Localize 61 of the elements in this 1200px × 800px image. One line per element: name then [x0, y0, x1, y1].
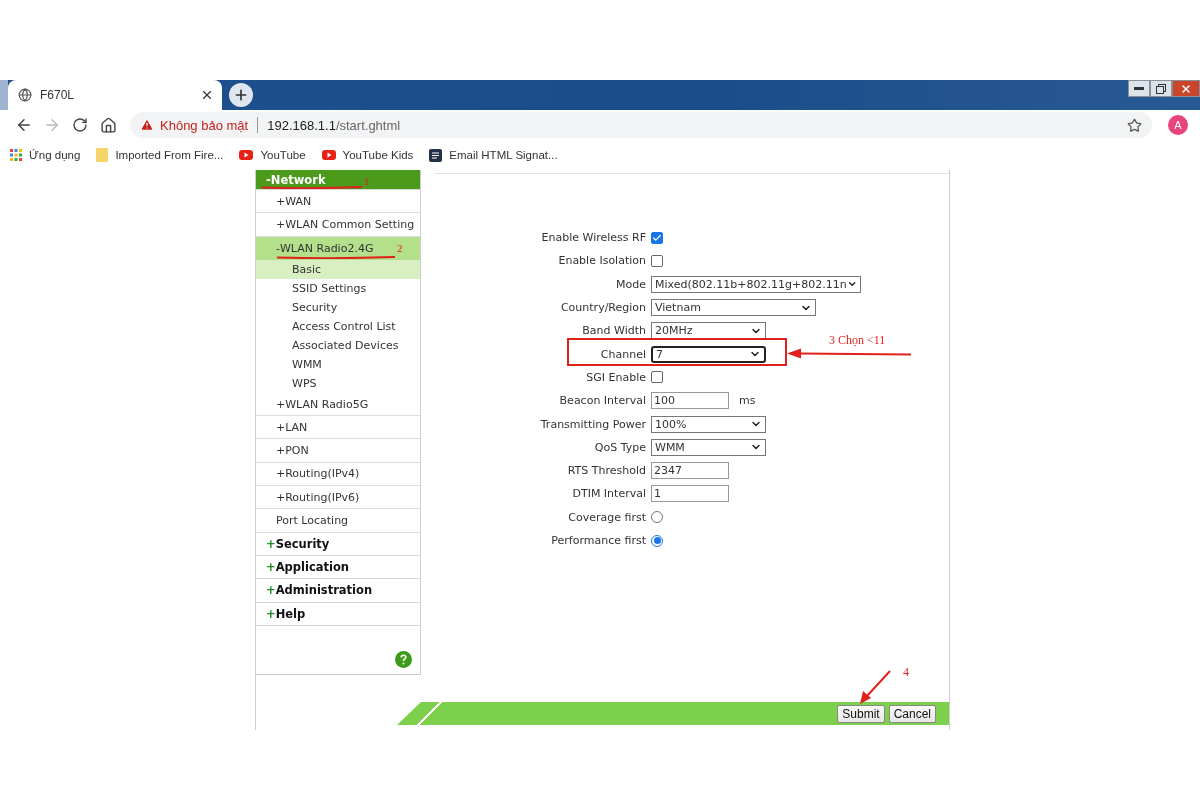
- checkbox[interactable]: [651, 371, 663, 384]
- text-field[interactable]: 100: [651, 392, 729, 410]
- select-field[interactable]: 7: [651, 345, 766, 363]
- bookmark-link[interactable]: YouTube Kids: [342, 149, 414, 161]
- form-button[interactable]: Cancel: [888, 704, 936, 723]
- field-label: Coverage first: [568, 510, 646, 524]
- field-label: RTS Threshold: [567, 464, 646, 478]
- unit-label: ms: [739, 394, 756, 408]
- annotation-number: 4: [903, 665, 909, 680]
- annotation-arrow: [859, 670, 891, 705]
- select-field[interactable]: Vietnam: [651, 299, 816, 317]
- bookmark-link[interactable]: Ứng dụng: [29, 149, 81, 161]
- form-button[interactable]: Submit: [837, 704, 885, 723]
- field-label: Transmitting Power: [540, 417, 646, 431]
- field-label: Enable Isolation: [558, 254, 646, 268]
- address-bar[interactable]: Không bảo mật 192.168.1.1/start.ghtml: [130, 112, 1152, 138]
- select-field[interactable]: WMM: [651, 438, 766, 456]
- browser-tab[interactable]: F670L: [8, 80, 222, 110]
- folder-icon: [96, 148, 109, 162]
- warning-icon: [140, 118, 154, 132]
- field-label: Enable Wireless RF: [541, 231, 646, 245]
- close-icon[interactable]: [200, 88, 214, 102]
- select-field[interactable]: Mixed(802.11b+802.11g+802.11n: [651, 275, 861, 293]
- field-label: SGI Enable: [586, 370, 646, 384]
- globe-icon: [18, 88, 32, 102]
- select-field[interactable]: 100%: [651, 415, 766, 433]
- restore-icon[interactable]: [1150, 80, 1172, 97]
- bookmark-link[interactable]: Imported From Fire...: [115, 149, 224, 161]
- field-label: Mode: [616, 277, 646, 291]
- profile-avatar[interactable]: A: [1168, 115, 1188, 135]
- annotation-number: 1: [364, 175, 370, 187]
- field-label: Country/Region: [560, 301, 646, 315]
- security-label: Không bảo mật: [160, 117, 249, 133]
- field-label: Beacon Interval: [559, 394, 646, 408]
- minimize-icon[interactable]: [1128, 80, 1150, 97]
- plus-icon: [233, 87, 249, 103]
- video-play-icon: [239, 150, 254, 160]
- field-label: Performance first: [551, 534, 646, 547]
- help-icon[interactable]: [395, 651, 412, 668]
- text-field[interactable]: 2347: [651, 462, 729, 480]
- bookmark-link[interactable]: YouTube: [260, 149, 306, 161]
- checkbox[interactable]: [651, 231, 663, 244]
- video-play-icon: [321, 150, 336, 160]
- document-icon: [429, 148, 443, 162]
- text-field[interactable]: 1: [651, 485, 729, 503]
- tab-title: F670L: [40, 88, 76, 102]
- annotation-number: 2: [397, 241, 403, 254]
- radio-button[interactable]: [651, 511, 663, 524]
- field-label: Band Width: [582, 324, 646, 338]
- checkbox[interactable]: [651, 254, 663, 267]
- field-label: QoS Type: [594, 440, 646, 454]
- radio-button[interactable]: [651, 534, 663, 547]
- apps-grid-icon: [10, 149, 22, 161]
- field-label: DTIM Interval: [572, 487, 646, 501]
- bookmark-link[interactable]: Email HTML Signat...: [449, 149, 558, 161]
- star-icon[interactable]: [1127, 117, 1142, 133]
- annotation-text: 3 Chọn <11: [829, 333, 886, 349]
- new-tab-button[interactable]: [229, 83, 253, 107]
- url-text: 192.168.1.1/start.ghtml: [267, 117, 401, 133]
- close-window-icon[interactable]: [1172, 80, 1200, 97]
- field-label: Channel: [600, 347, 646, 361]
